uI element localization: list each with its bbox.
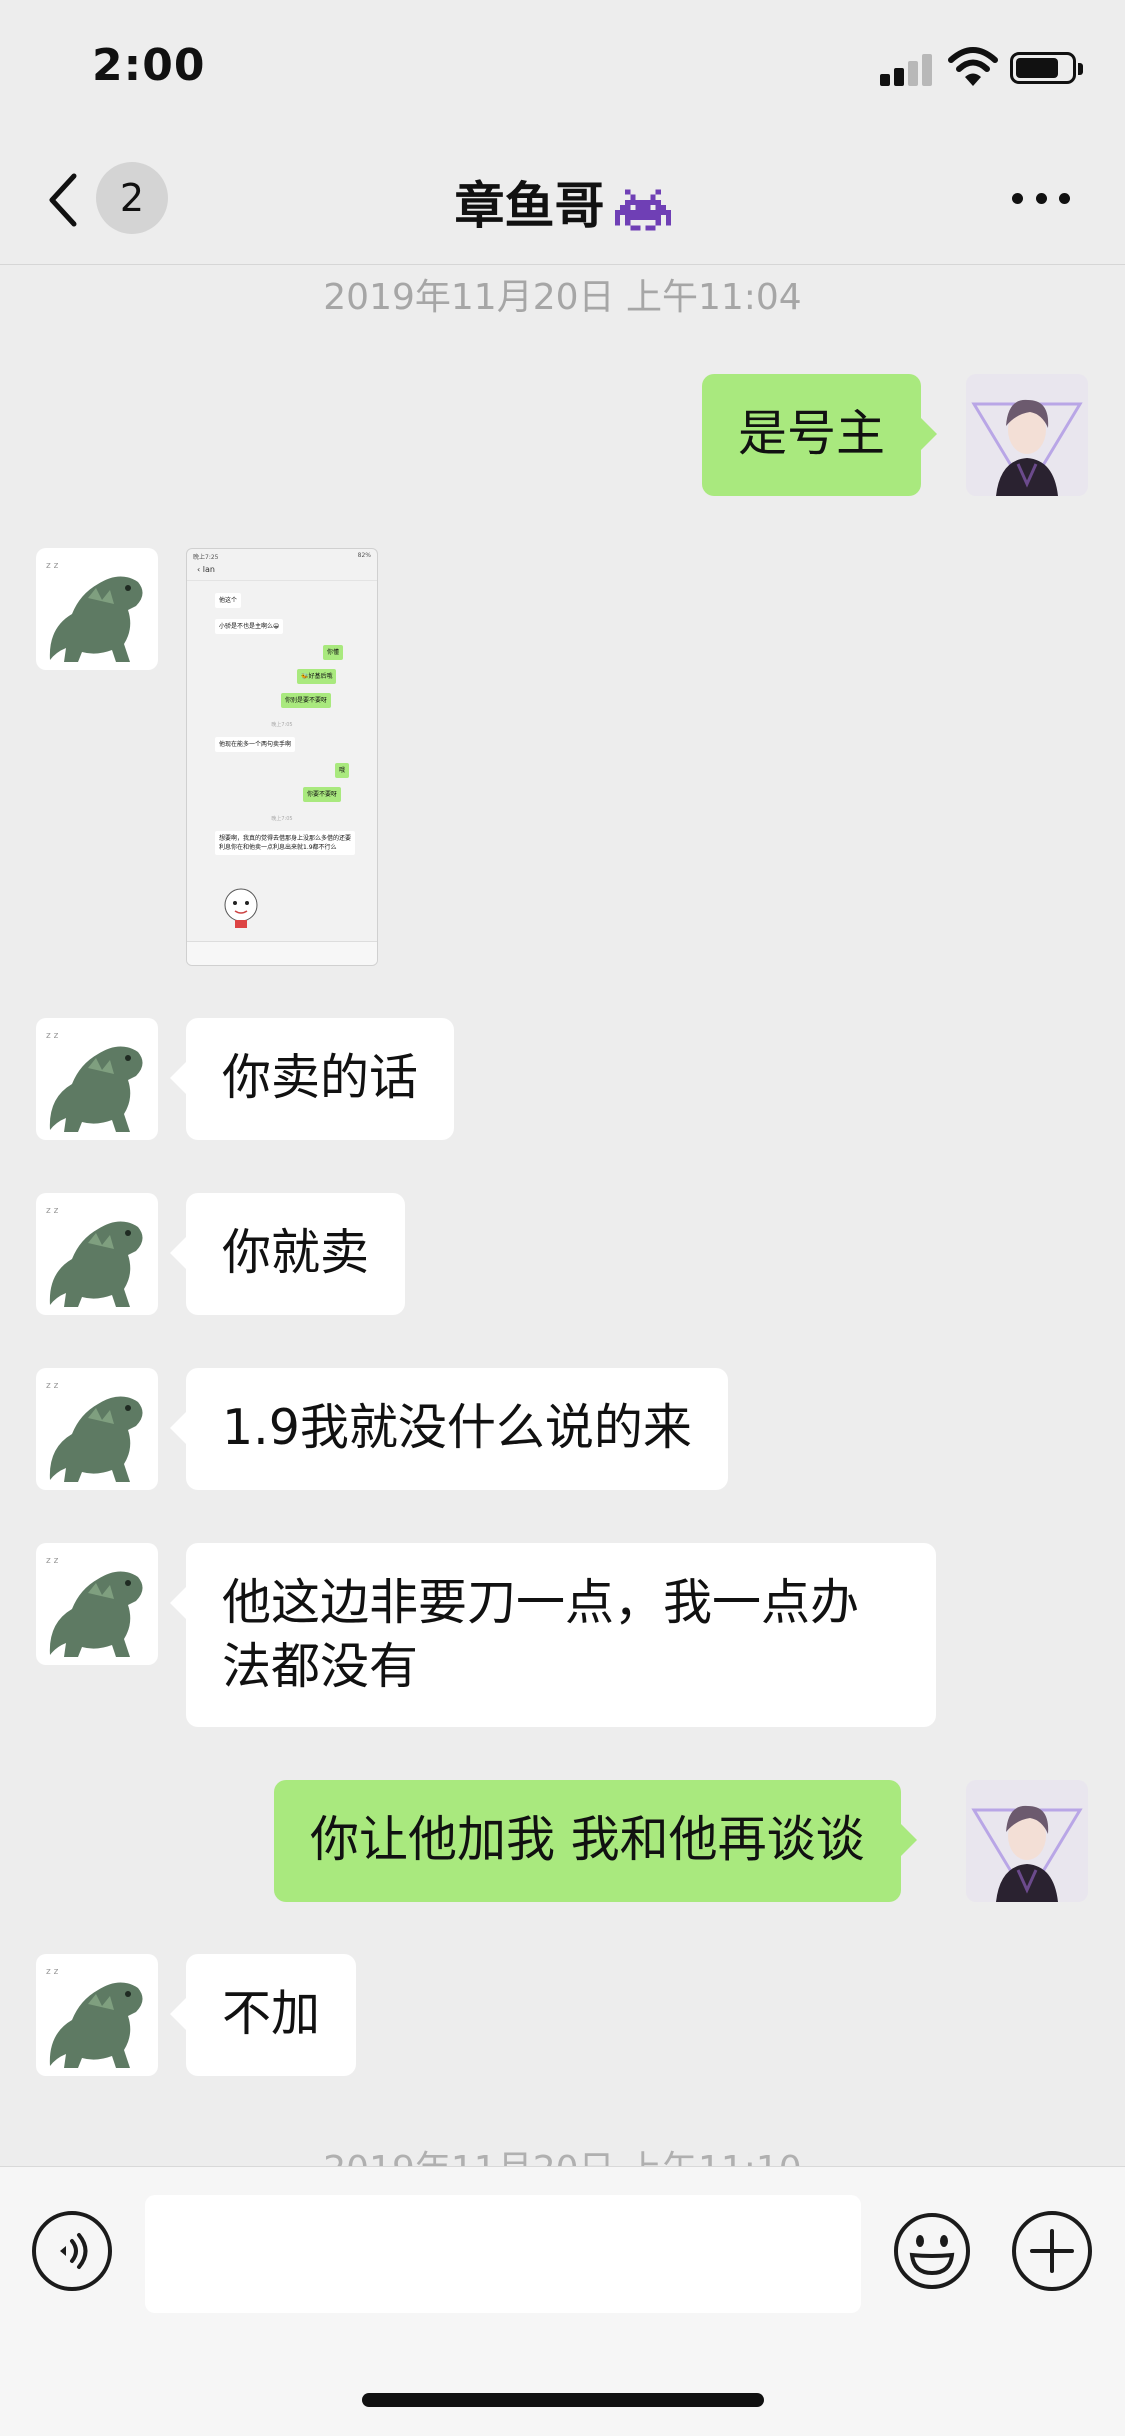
shared-row: 小骄是不也是主啊么😀 — [215, 619, 284, 634]
contact-avatar[interactable]: z z — [36, 1193, 158, 1315]
message-bubble-outgoing[interactable]: 你让他加我 我和他再谈谈 — [274, 1780, 917, 1902]
wifi-icon — [948, 47, 998, 86]
contact-avatar[interactable]: z z — [36, 1018, 158, 1140]
add-attachment-icon[interactable] — [1012, 2211, 1092, 2291]
message-bubble-incoming[interactable]: 不加 — [169, 1954, 357, 2076]
svg-text:z z: z z — [46, 1967, 59, 1977]
chat-title: 章鱼哥 — [0, 166, 1125, 238]
contact-avatar[interactable]: z z — [36, 1954, 158, 2076]
svg-text:z z: z z — [46, 1206, 59, 1216]
shared-row: 想要啊，我真的觉得去借那身上没那么多借的还要利息你在和他卖一点利息出来就1.9都… — [215, 831, 355, 855]
shared-row: 他这个 — [215, 593, 242, 608]
shared-screenshot-nav: ‹ lan — [187, 563, 377, 581]
shared-row: 你要不要呀 — [303, 787, 342, 802]
home-indicator[interactable] — [362, 2393, 764, 2407]
message-bubble-incoming[interactable]: 他这边非要刀一点，我一点办法都没有 — [170, 1543, 936, 1727]
message-bubble-incoming[interactable]: 你卖的话 — [169, 1018, 455, 1140]
my-avatar[interactable] — [966, 1780, 1088, 1902]
chat-timestamp: 2019年11月20日 上午11:04 — [323, 277, 802, 318]
battery-icon — [1010, 52, 1083, 84]
svg-text:z z: z z — [46, 1381, 59, 1391]
message-input-bar — [0, 2166, 1125, 2436]
shared-sticker — [224, 888, 258, 928]
shared-screenshot-image[interactable]: 晚上7:25 82% ‹ lan 他这个 小骄是不也是主啊么😀 你懂 🐝好基后哦… — [186, 548, 378, 966]
my-avatar[interactable] — [966, 374, 1088, 496]
shared-row: 哦 — [335, 763, 350, 778]
shared-time: 晚上7:05 — [271, 722, 293, 728]
shared-row: 你懂 — [323, 645, 344, 660]
message-input[interactable] — [145, 2195, 861, 2313]
cellular-signal-icon — [880, 52, 934, 86]
contact-avatar[interactable]: z z — [36, 1368, 158, 1490]
more-options-icon[interactable] — [1012, 190, 1070, 206]
shared-screenshot-title: lan — [202, 565, 215, 574]
contact-avatar[interactable]: z z — [36, 1543, 158, 1665]
status-bar: 2:00 — [0, 0, 1125, 140]
contact-avatar[interactable]: z z — [36, 548, 158, 670]
shared-screenshot-battery: 82% — [357, 552, 371, 559]
shared-row: 🐝好基后哦 — [297, 669, 337, 684]
chat-title-text: 章鱼哥 — [454, 177, 605, 235]
shared-screenshot-status: 晚上7:25 82% — [187, 549, 377, 563]
svg-text:z z: z z — [46, 1556, 59, 1566]
svg-text:z z: z z — [46, 561, 59, 571]
shared-input-bar — [187, 941, 377, 965]
voice-input-icon[interactable] — [32, 2211, 112, 2291]
message-bubble-outgoing[interactable]: 是号主 — [702, 374, 938, 496]
alien-monster-emoji-icon — [614, 189, 671, 230]
shared-row: 他现在能多一个两句卖手啊 — [215, 737, 296, 752]
shared-screenshot-time: 晚上7:25 — [193, 554, 219, 561]
shared-time: 晚上7:05 — [271, 816, 293, 822]
shared-row: 你别是要不要呀 — [281, 693, 332, 708]
message-bubble-incoming[interactable]: 你就卖 — [169, 1193, 406, 1315]
message-bubble-incoming[interactable]: 1.9我就没什么说的来 — [170, 1368, 728, 1490]
emoji-icon[interactable] — [892, 2211, 972, 2291]
status-time: 2:00 — [92, 40, 206, 91]
svg-text:z z: z z — [46, 1031, 59, 1041]
